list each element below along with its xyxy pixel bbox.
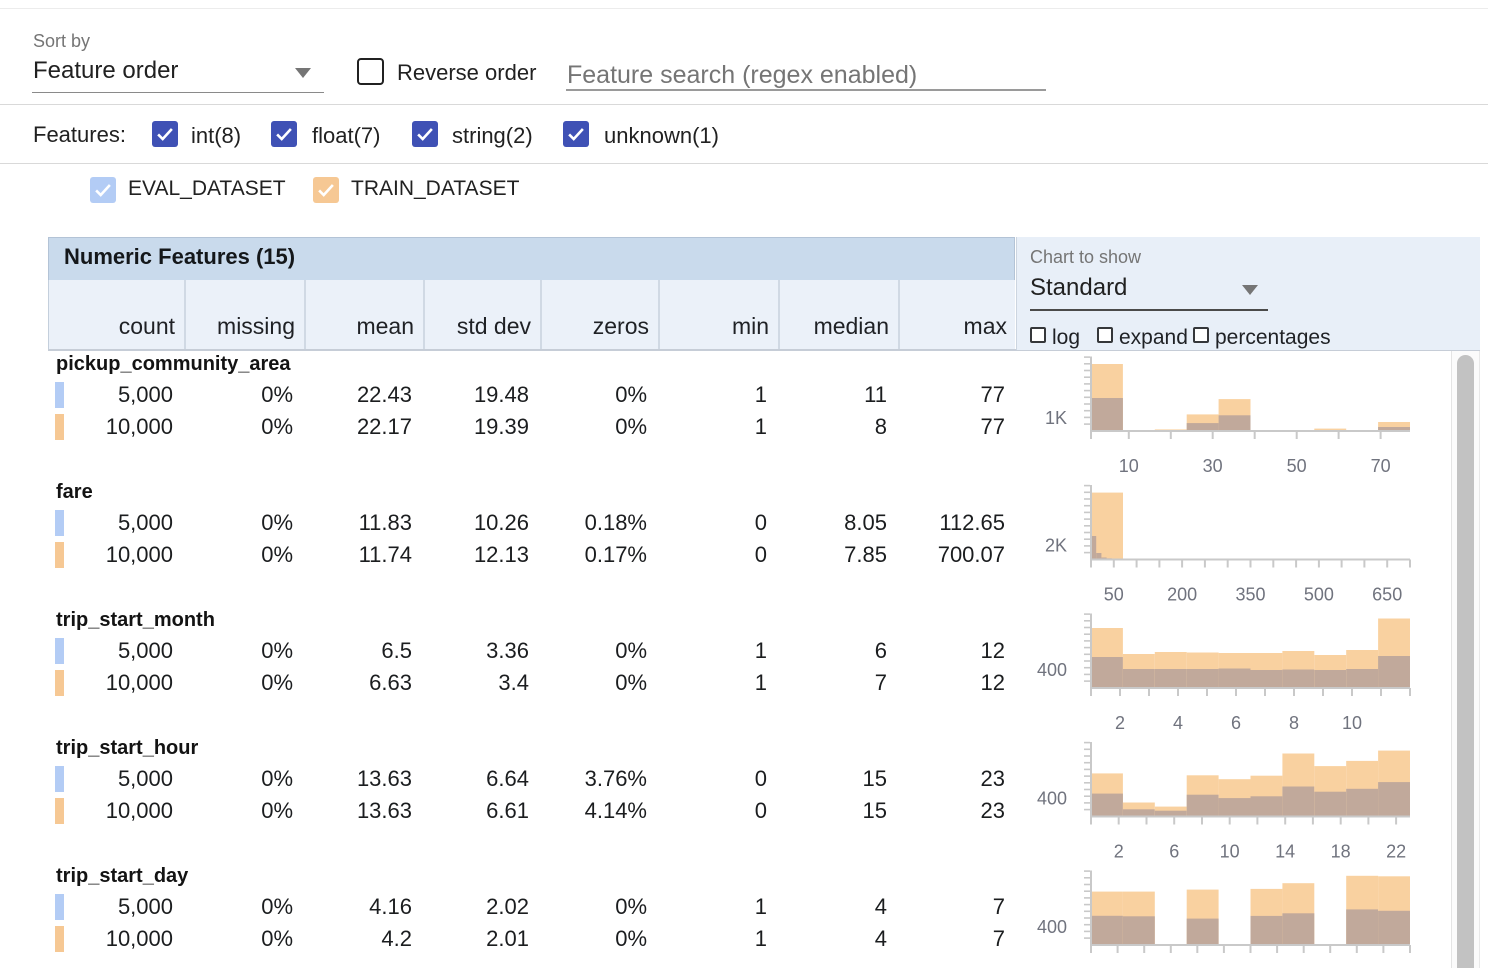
svg-text:2K: 2K <box>1045 536 1067 556</box>
svg-text:650: 650 <box>1372 585 1402 605</box>
svg-text:70: 70 <box>1371 456 1391 476</box>
svg-text:10: 10 <box>1342 713 1362 733</box>
svg-text:18: 18 <box>1331 842 1351 862</box>
svg-text:500: 500 <box>1304 585 1334 605</box>
svg-text:50: 50 <box>1287 456 1307 476</box>
svg-text:2: 2 <box>1115 713 1125 733</box>
svg-text:10: 10 <box>1119 456 1139 476</box>
svg-text:8: 8 <box>1289 713 1299 733</box>
svg-text:14: 14 <box>1275 842 1295 862</box>
svg-text:4: 4 <box>1173 713 1183 733</box>
svg-text:200: 200 <box>1167 585 1197 605</box>
svg-text:2: 2 <box>1114 842 1124 862</box>
svg-text:350: 350 <box>1235 585 1265 605</box>
svg-text:400: 400 <box>1037 660 1067 680</box>
svg-text:22: 22 <box>1386 842 1406 862</box>
svg-text:30: 30 <box>1203 456 1223 476</box>
svg-text:6: 6 <box>1231 713 1241 733</box>
svg-text:10: 10 <box>1220 842 1240 862</box>
svg-text:1K: 1K <box>1045 408 1067 428</box>
svg-text:400: 400 <box>1037 917 1067 937</box>
svg-text:6: 6 <box>1169 842 1179 862</box>
svg-text:400: 400 <box>1037 789 1067 809</box>
svg-text:50: 50 <box>1104 585 1124 605</box>
